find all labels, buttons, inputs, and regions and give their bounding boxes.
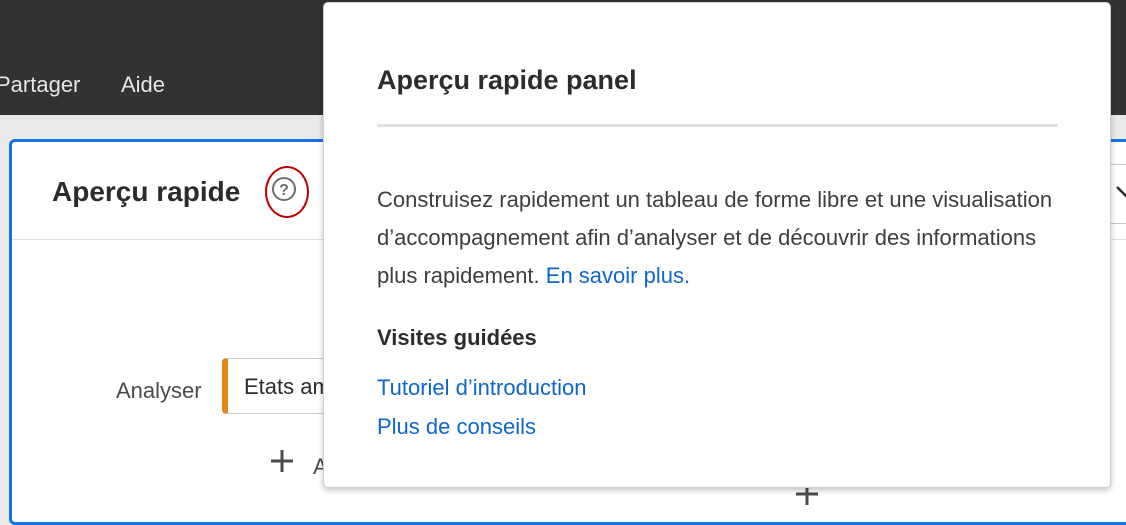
guided-tours-heading: Visites guidées bbox=[377, 325, 537, 350]
add-icon[interactable] bbox=[270, 447, 294, 481]
panel-title: Aperçu rapide bbox=[52, 176, 241, 207]
chevron-down-icon bbox=[1115, 183, 1126, 204]
menu-item-partager[interactable]: Partager bbox=[0, 72, 80, 98]
help-popover: Aperçu rapide panel Construisez rapideme… bbox=[323, 2, 1111, 488]
popover-body-text: Construisez rapidement un tableau de for… bbox=[377, 187, 1053, 288]
popover-description: Construisez rapidement un tableau de for… bbox=[377, 181, 1067, 295]
intro-tutorial-link[interactable]: Tutoriel d’introduction bbox=[377, 375, 587, 401]
analyser-value: Etats am bbox=[244, 374, 331, 399]
analyser-label: Analyser bbox=[116, 378, 202, 403]
more-tips-link[interactable]: Plus de conseils bbox=[377, 414, 536, 440]
popover-divider bbox=[377, 124, 1058, 127]
learn-more-link[interactable]: En savoir plus. bbox=[546, 263, 690, 288]
help-icon[interactable]: ? bbox=[272, 177, 296, 201]
menu-item-aide[interactable]: Aide bbox=[121, 72, 165, 98]
popover-title: Aperçu rapide panel bbox=[377, 65, 637, 95]
